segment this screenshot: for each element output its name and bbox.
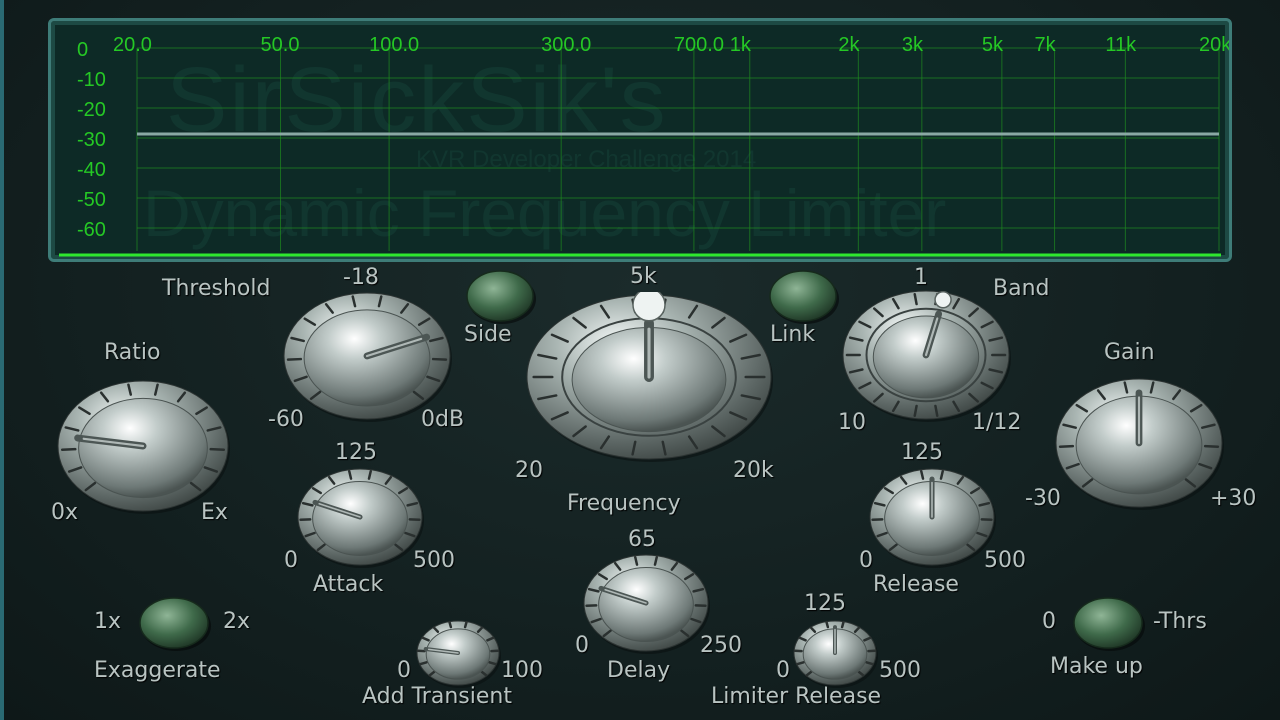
limiter-release-min-label: 0 bbox=[776, 658, 790, 683]
limiter-release-top-value: 125 bbox=[804, 591, 846, 616]
delay-top-value: 65 bbox=[628, 527, 656, 552]
band-knob-graphic bbox=[842, 290, 1011, 422]
release-top-value: 125 bbox=[901, 440, 943, 465]
spectrum-display: SirSickSik's KVR Developer Challenge 201… bbox=[48, 18, 1232, 262]
db-axis-label: 0 bbox=[77, 39, 88, 61]
gain-knob-graphic bbox=[1055, 378, 1224, 510]
link-label: Link bbox=[770, 322, 816, 347]
exaggerate-button[interactable] bbox=[136, 594, 212, 652]
threshold-label: Threshold bbox=[162, 276, 271, 301]
gain-label: Gain bbox=[1104, 340, 1155, 365]
add-transient-max-label: 100 bbox=[501, 658, 543, 683]
limiter-release-knob-graphic bbox=[793, 620, 878, 688]
attack-knob[interactable] bbox=[295, 466, 425, 568]
frequency-axis-label: 20k bbox=[1199, 34, 1229, 56]
exaggerate-1x-label: 1x bbox=[94, 609, 122, 634]
makeup-button[interactable] bbox=[1070, 594, 1146, 652]
exaggerate-button-graphic bbox=[139, 597, 211, 651]
release-knob-graphic bbox=[869, 468, 996, 568]
add-transient-knob-graphic bbox=[416, 620, 501, 688]
db-axis-label: -30 bbox=[77, 129, 106, 151]
db-axis-label: -40 bbox=[77, 159, 106, 181]
gain-knob[interactable] bbox=[1053, 376, 1225, 510]
delay-label: Delay bbox=[607, 658, 671, 683]
attack-top-value: 125 bbox=[335, 440, 377, 465]
db-axis-label: -60 bbox=[77, 219, 106, 241]
side-label: Side bbox=[464, 322, 512, 347]
window-edge bbox=[0, 0, 4, 720]
ratio-label: Ratio bbox=[104, 340, 161, 365]
frequency-axis-label: 11k bbox=[1105, 34, 1137, 56]
attack-label: Attack bbox=[313, 572, 384, 597]
frequency-axis-label: 50.0 bbox=[261, 34, 300, 56]
frequency-axis-label: 7k bbox=[1035, 34, 1057, 56]
frequency-axis-label: 5k bbox=[982, 34, 1004, 56]
delay-knob-graphic bbox=[583, 554, 710, 654]
makeup-button-graphic bbox=[1073, 597, 1145, 651]
frequency-label: Frequency bbox=[567, 491, 681, 516]
watermark-product: Dynamic Frequency Limiter bbox=[143, 176, 946, 250]
ratio-knob-graphic bbox=[57, 380, 230, 514]
link-button[interactable] bbox=[766, 267, 840, 325]
limiter-release-max-label: 500 bbox=[879, 658, 921, 683]
frequency-knob[interactable] bbox=[524, 288, 774, 462]
exaggerate-2x-label: 2x bbox=[223, 609, 251, 634]
frequency-knob-graphic bbox=[526, 288, 773, 462]
db-axis-label: -20 bbox=[77, 99, 106, 121]
watermark-title: SirSickSik's bbox=[166, 49, 668, 151]
exaggerate-label: Exaggerate bbox=[94, 658, 221, 683]
frequency-axis-label: 1k bbox=[730, 34, 752, 56]
threshold-knob-graphic bbox=[283, 292, 452, 422]
ratio-knob[interactable] bbox=[55, 378, 231, 514]
link-button-graphic bbox=[769, 270, 839, 324]
makeup-label: Make up bbox=[1050, 654, 1143, 679]
spectrum-graph: SirSickSik's KVR Developer Challenge 201… bbox=[59, 34, 1229, 257]
threshold-knob[interactable] bbox=[281, 290, 453, 422]
db-axis-label: -50 bbox=[77, 189, 106, 211]
release-knob[interactable] bbox=[867, 466, 997, 568]
delay-knob[interactable] bbox=[581, 552, 711, 654]
frequency-top-value: 5k bbox=[630, 264, 657, 289]
frequency-axis-label: 300.0 bbox=[541, 34, 591, 56]
limiter-release-knob[interactable] bbox=[791, 618, 879, 688]
makeup-0-label: 0 bbox=[1042, 609, 1056, 634]
frequency-axis-label: 3k bbox=[902, 34, 924, 56]
watermark-subtitle: KVR Developer Challenge 2014 bbox=[416, 146, 756, 173]
db-axis-label: -10 bbox=[77, 69, 106, 91]
add-transient-min-label: 0 bbox=[397, 658, 411, 683]
release-label: Release bbox=[873, 572, 959, 597]
attack-knob-graphic bbox=[297, 468, 424, 568]
frequency-axis-label: 2k bbox=[838, 34, 860, 56]
frequency-axis-label: 100.0 bbox=[369, 34, 419, 56]
band-knob[interactable] bbox=[840, 288, 1012, 422]
add-transient-knob[interactable] bbox=[414, 618, 502, 688]
frequency-axis-label: 700.0 bbox=[674, 34, 724, 56]
threshold-top-value: -18 bbox=[343, 265, 379, 290]
band-top-value: 1 bbox=[914, 265, 928, 290]
makeup-thrs-label: -Thrs bbox=[1153, 609, 1207, 634]
frequency-axis-label: 20.0 bbox=[113, 34, 152, 56]
